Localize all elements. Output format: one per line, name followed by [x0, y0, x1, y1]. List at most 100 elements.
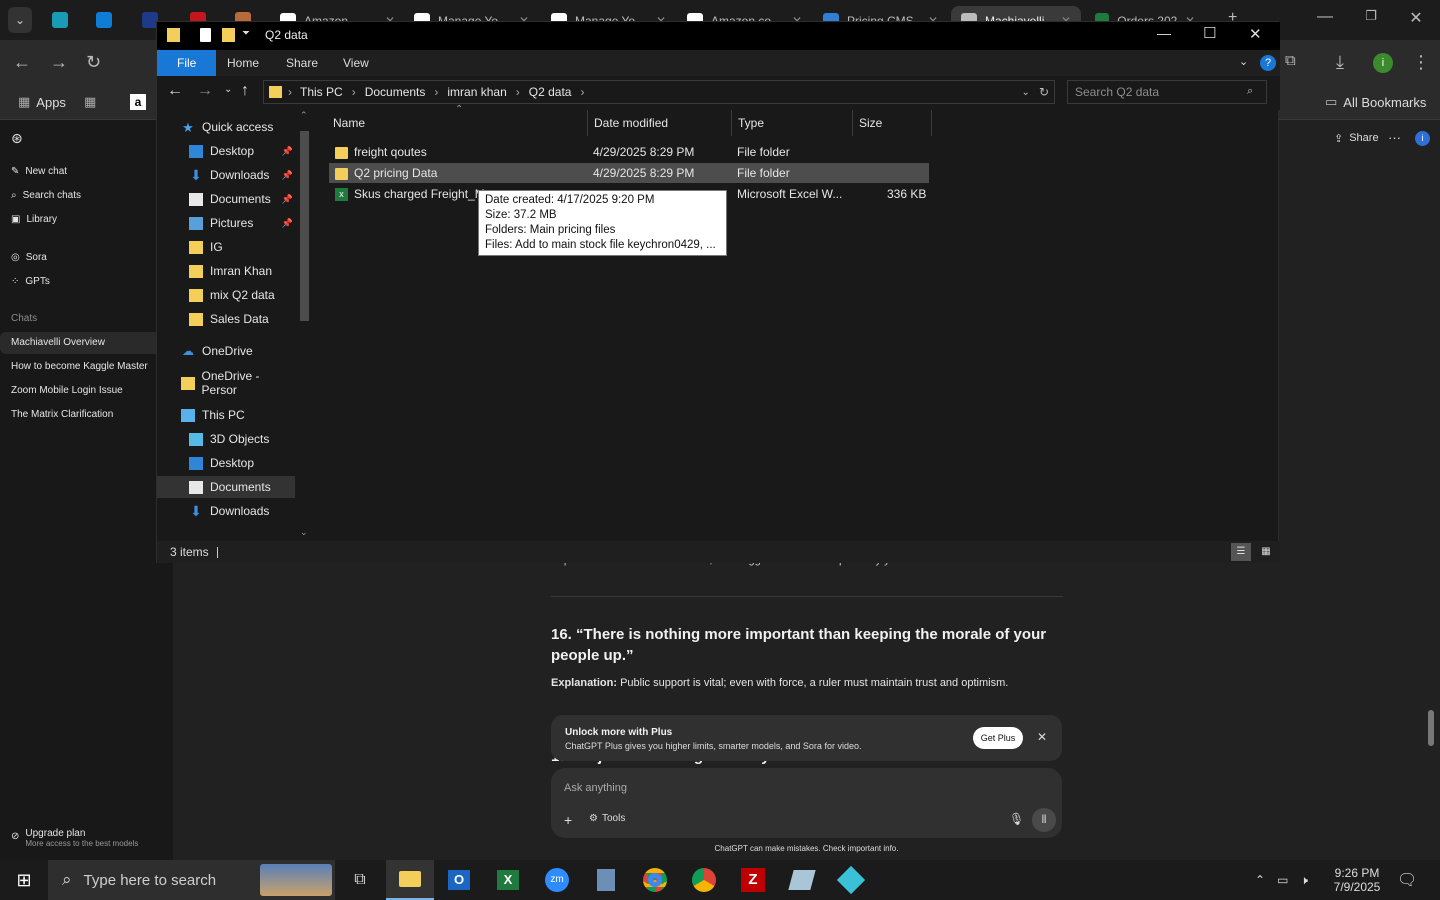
nav-item[interactable]: ⬇ Downloads: [157, 500, 295, 522]
new-chat-button[interactable]: ✎ New chat: [11, 166, 67, 177]
windows-start-icon[interactable]: ⊞: [0, 860, 48, 900]
clock[interactable]: 9:26 PM 7/9/2025: [1322, 860, 1392, 900]
nav-scrollbar[interactable]: ⌃ ⌄: [298, 110, 311, 541]
profile-avatar[interactable]: i: [1373, 53, 1393, 73]
scroll-thumb[interactable]: [300, 131, 309, 321]
large-icons-view-icon[interactable]: ▦: [1256, 543, 1276, 561]
notes-app-icon[interactable]: [778, 860, 826, 900]
column-header-size[interactable]: Size: [853, 110, 932, 136]
customize-qat-icon[interactable]: ⏷: [242, 28, 250, 39]
tab-share[interactable]: Share: [274, 50, 330, 76]
restore-icon[interactable]: ❐: [1356, 8, 1386, 24]
up-icon[interactable]: ↑: [241, 82, 249, 100]
breadcrumb-this-pc[interactable]: This PC: [300, 85, 343, 99]
tools-button[interactable]: ⚙ Tools: [589, 813, 625, 824]
tab-home[interactable]: Home: [215, 50, 271, 76]
nav-item[interactable]: Pictures 📌: [157, 212, 295, 234]
properties-icon[interactable]: [200, 28, 211, 42]
excel-app-icon[interactable]: X: [484, 860, 532, 900]
calculator-app-icon[interactable]: [582, 860, 630, 900]
file-row[interactable]: freight qoutes 4/29/2025 8:29 PM File fold…: [329, 142, 929, 162]
nav-item[interactable]: Desktop: [157, 452, 295, 474]
menu-icon[interactable]: ⋮: [1412, 52, 1430, 73]
tab-search-button[interactable]: ⌄: [8, 7, 32, 33]
forward-icon[interactable]: →: [50, 52, 68, 73]
pinned-tab-icon[interactable]: [96, 12, 112, 28]
user-avatar[interactable]: i: [1415, 131, 1430, 146]
column-header-name[interactable]: Name: [327, 110, 588, 136]
search-chats-button[interactable]: ⌕ Search chats: [11, 190, 81, 201]
close-icon[interactable]: ✕: [1249, 25, 1262, 43]
voice-mode-icon[interactable]: ⦀: [1032, 808, 1056, 832]
grid-icon[interactable]: ▦: [84, 94, 96, 110]
taskbar-search[interactable]: ⌕ Type here to search: [48, 860, 335, 900]
share-button[interactable]: ⇪ Share: [1334, 132, 1379, 145]
breadcrumb-documents[interactable]: Documents: [365, 85, 426, 99]
chat-item[interactable]: The Matrix Clarification: [0, 404, 160, 426]
tab-file[interactable]: File: [157, 50, 217, 76]
library-button[interactable]: ▣ Library: [11, 214, 57, 225]
notifications-icon[interactable]: 🗨: [1397, 860, 1417, 900]
recent-locations-icon[interactable]: ⌄: [224, 84, 232, 95]
chevron-up-icon[interactable]: ⌃: [1255, 873, 1265, 887]
address-bar[interactable]: › This PC › Documents › imran khan › Q2 …: [263, 80, 1055, 104]
microphone-icon[interactable]: 🎙: [1009, 812, 1024, 826]
more-options-icon[interactable]: ···: [1388, 130, 1401, 145]
zoom-app-icon[interactable]: zm: [533, 860, 581, 900]
file-explorer-app-icon[interactable]: [386, 860, 434, 900]
column-header-date[interactable]: Date modified: [588, 110, 732, 136]
maximize-icon[interactable]: ☐: [1203, 24, 1216, 42]
help-icon[interactable]: ?: [1260, 55, 1276, 71]
close-icon[interactable]: ✕: [1037, 730, 1047, 744]
minimize-icon[interactable]: —: [1310, 8, 1340, 26]
chat-item[interactable]: Zoom Mobile Login Issue: [0, 380, 160, 402]
chrome-profile-app-icon[interactable]: [680, 860, 728, 900]
task-view-icon[interactable]: ⧉: [336, 860, 384, 900]
nav-item[interactable]: Desktop 📌: [157, 140, 295, 162]
nav-item[interactable]: ★ Quick access: [157, 116, 295, 138]
new-folder-icon[interactable]: [222, 28, 235, 42]
apps-bookmark[interactable]: ▦ Apps: [18, 94, 66, 110]
nav-item[interactable]: Sales Data: [157, 308, 295, 330]
search-input[interactable]: Search Q2 data: [1067, 80, 1267, 104]
download-icon[interactable]: ⤓: [1336, 52, 1344, 73]
nav-item[interactable]: This PC: [157, 404, 295, 426]
tab-view[interactable]: View: [331, 50, 381, 76]
refresh-icon[interactable]: ↻: [1039, 85, 1049, 99]
chat-scrollbar[interactable]: [1428, 710, 1434, 746]
reload-icon[interactable]: ↻: [86, 52, 101, 73]
chat-item[interactable]: How to become Kaggle Master: [0, 356, 160, 378]
extensions-icon[interactable]: ⧉: [1285, 52, 1296, 69]
address-dropdown-icon[interactable]: ⌄: [1022, 87, 1030, 98]
pinned-tab-icon[interactable]: [52, 12, 68, 28]
back-icon[interactable]: ←: [167, 82, 183, 100]
scroll-up-icon[interactable]: ⌃: [300, 110, 308, 121]
nav-item[interactable]: Imran Khan: [157, 260, 295, 282]
expand-ribbon-icon[interactable]: ⌄: [1239, 55, 1248, 68]
nav-item[interactable]: IG: [157, 236, 295, 258]
nav-item[interactable]: mix Q2 data: [157, 284, 295, 306]
upgrade-plan-button[interactable]: ⊘ Upgrade plan More access to the best m…: [11, 828, 138, 848]
breadcrumb-imran-khan[interactable]: imran khan: [447, 85, 506, 99]
nav-item[interactable]: Documents: [157, 476, 295, 498]
forward-icon[interactable]: →: [197, 82, 213, 100]
outlook-app-icon[interactable]: O: [435, 860, 483, 900]
app-icon[interactable]: [827, 860, 875, 900]
gpts-button[interactable]: ⁘ GPTs: [11, 276, 50, 287]
back-icon[interactable]: ←: [13, 52, 31, 73]
file-row[interactable]: Q2 pricing Data 4/29/2025 8:29 PM File fol…: [329, 163, 929, 183]
nav-item[interactable]: OneDrive - Persor: [157, 369, 295, 397]
sora-button[interactable]: ◎ Sora: [11, 252, 47, 263]
chrome-app-icon[interactable]: [631, 860, 679, 900]
amazon-bookmark[interactable]: a: [130, 94, 146, 110]
nav-item[interactable]: ⬇ Downloads 📌: [157, 164, 295, 186]
close-icon[interactable]: ✕: [1401, 8, 1431, 28]
filezilla-app-icon[interactable]: Z: [729, 860, 777, 900]
get-plus-button[interactable]: Get Plus: [973, 727, 1023, 749]
details-view-icon[interactable]: ☰: [1231, 543, 1251, 561]
chat-item[interactable]: Machiavelli Overview: [0, 332, 160, 354]
network-icon[interactable]: ▭: [1277, 873, 1288, 887]
nav-item[interactable]: 3D Objects: [157, 428, 295, 450]
plus-icon[interactable]: +: [564, 812, 572, 828]
all-bookmarks[interactable]: ▭ All Bookmarks: [1325, 94, 1426, 110]
